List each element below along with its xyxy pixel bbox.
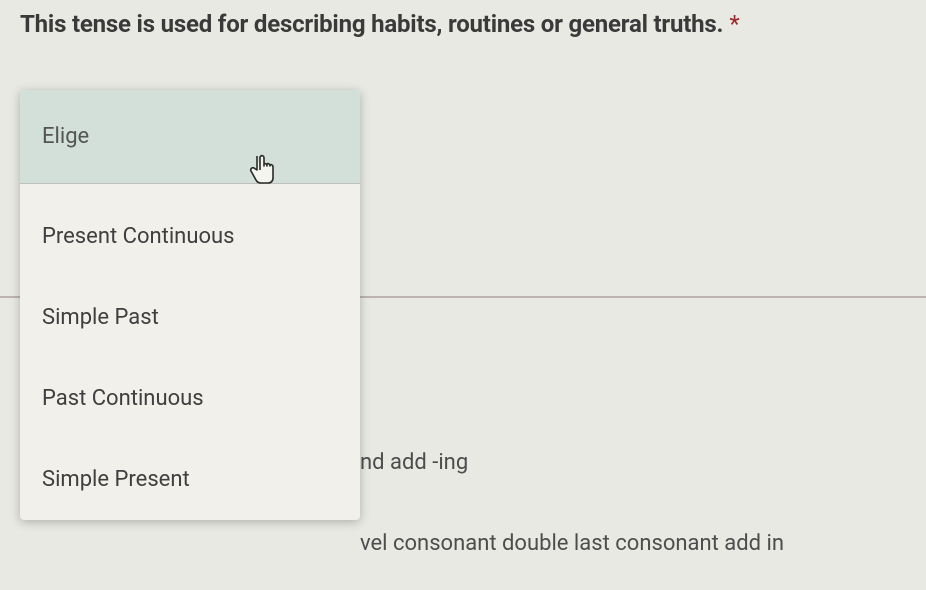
dropdown-option-present-continuous[interactable]: Present Continuous	[20, 184, 360, 277]
dropdown-option-past-continuous[interactable]: Past Continuous	[20, 358, 360, 439]
dropdown-placeholder-option[interactable]: Elige	[20, 90, 360, 184]
dropdown-option-simple-past[interactable]: Simple Past	[20, 277, 360, 358]
background-text-line-2: vel consonant double last consonant add …	[360, 531, 784, 556]
dropdown-option-simple-present[interactable]: Simple Present	[20, 439, 360, 520]
tense-dropdown[interactable]: Elige Present Continuous Simple Past Pas…	[20, 90, 360, 520]
required-asterisk: *	[729, 10, 739, 38]
question-row: This tense is used for describing habits…	[20, 10, 906, 38]
question-text: This tense is used for describing habits…	[20, 10, 723, 38]
background-text-line-1: nd add -ing	[360, 450, 468, 475]
